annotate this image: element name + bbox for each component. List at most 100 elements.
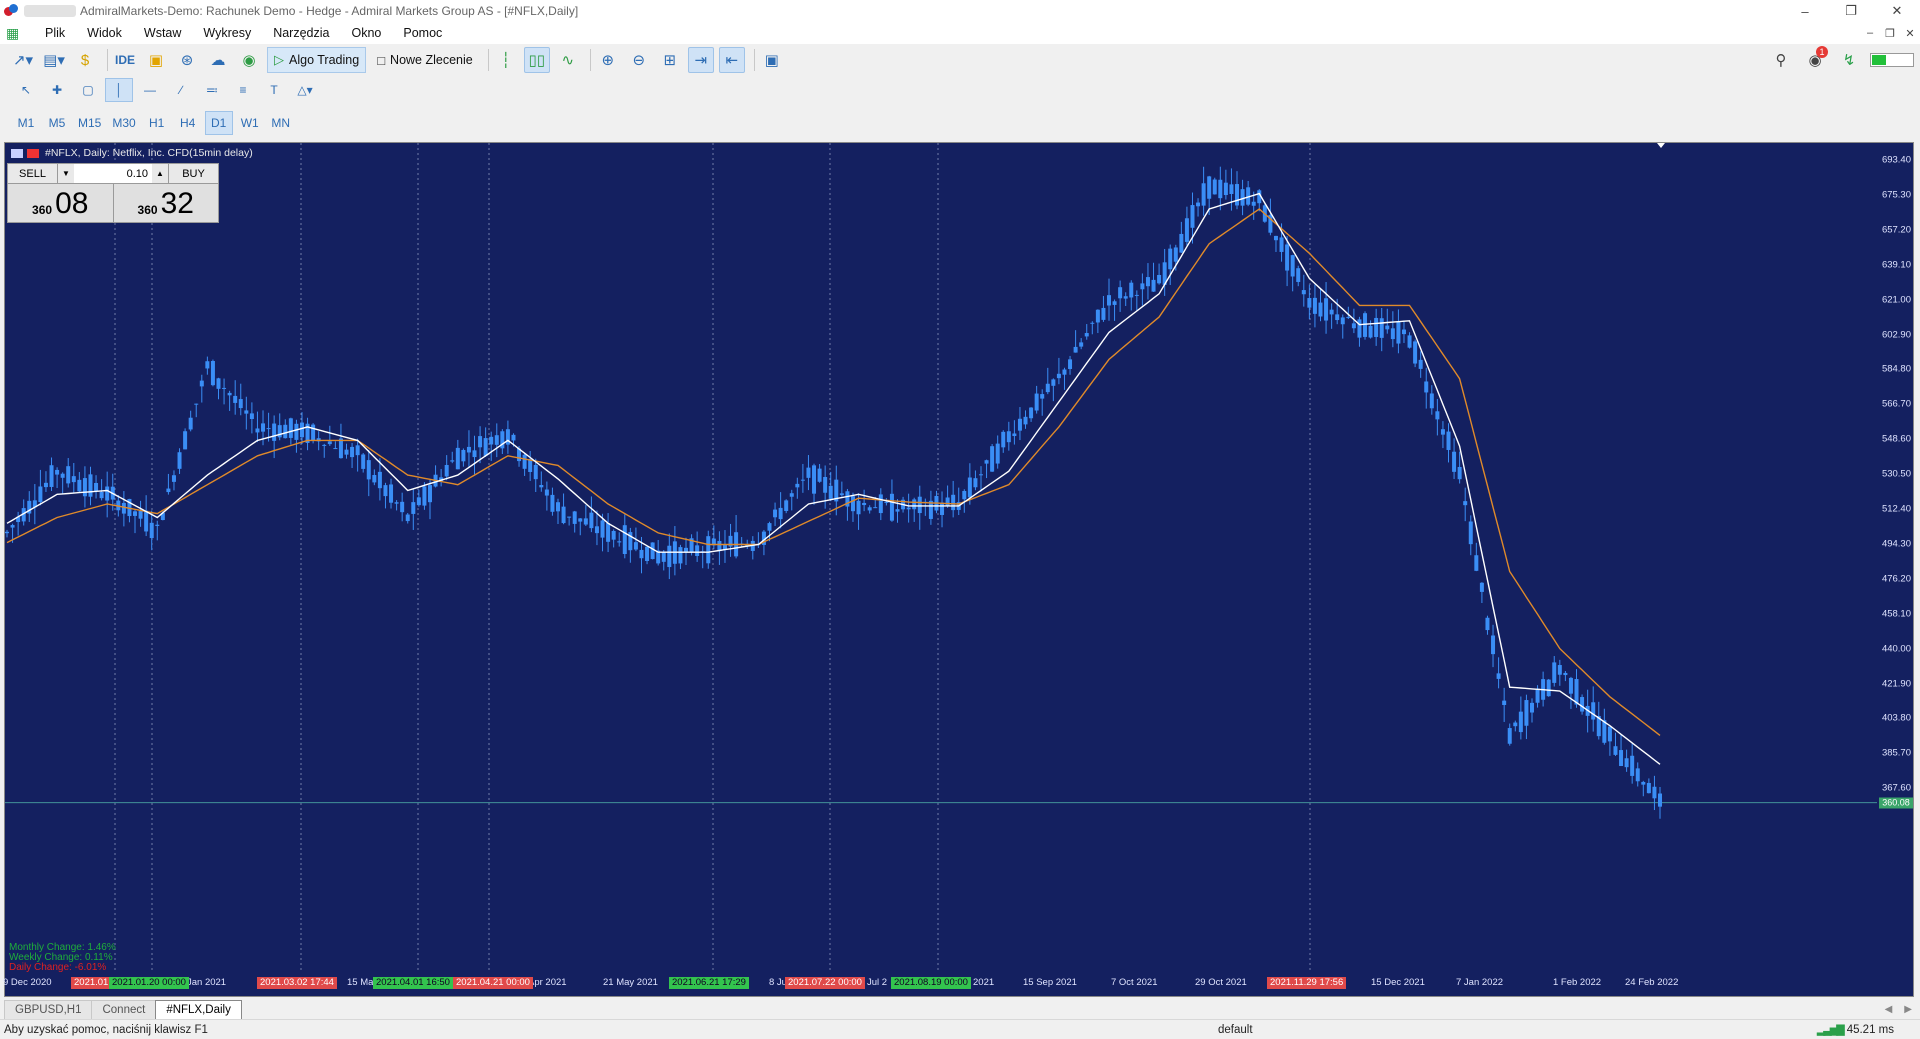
notifications-icon[interactable]: ◉ 1 xyxy=(1804,46,1828,71)
lot-size-field[interactable]: ▼ 0.10 ▲ xyxy=(58,164,168,183)
candle-body xyxy=(917,496,922,514)
ide-button[interactable]: IDE xyxy=(112,47,138,73)
tab-prev-icon[interactable]: ◀ xyxy=(1885,1004,1893,1015)
candle-body xyxy=(1546,679,1551,697)
trendline-icon[interactable]: ∕ xyxy=(167,78,195,102)
candlestick-icon[interactable]: ▯▯ xyxy=(523,47,550,73)
candle-body xyxy=(667,545,672,568)
lock-bag-icon[interactable]: ▣ xyxy=(143,47,169,73)
vps-globe-icon[interactable]: ◉ xyxy=(236,47,262,73)
chart-type-icon[interactable]: ↗▾ xyxy=(10,47,36,73)
buy-price[interactable]: 360 32 xyxy=(113,184,218,222)
candle-body xyxy=(1446,431,1451,450)
minimize-icon[interactable]: – xyxy=(1782,0,1828,22)
horizontal-line-icon[interactable]: — xyxy=(136,78,164,102)
candle-body xyxy=(94,482,99,491)
cloud-icon[interactable]: ☁ xyxy=(205,47,231,73)
candle-body xyxy=(645,546,650,562)
tab-gbpusd-h1[interactable]: GBPUSD,H1 xyxy=(4,1000,93,1019)
event-time-tag[interactable]: 2021.04.01 16:50 xyxy=(373,977,453,989)
tile-windows-icon[interactable]: ⊞ xyxy=(657,47,683,73)
timeframe-m30[interactable]: M30 xyxy=(108,111,139,135)
cursor-icon[interactable]: ↖ xyxy=(12,78,40,102)
autoscroll-icon[interactable]: ⇥ xyxy=(687,47,714,73)
candle-body xyxy=(205,361,210,369)
candle-body xyxy=(1524,700,1529,726)
mdi-minimize-icon[interactable]: – xyxy=(1860,22,1880,44)
menu-file[interactable]: Plik xyxy=(34,26,76,40)
chart-shift-icon[interactable]: ⇤ xyxy=(718,47,745,73)
sell-button[interactable]: SELL xyxy=(8,164,58,183)
timeframe-w1[interactable]: W1 xyxy=(236,111,264,135)
price-chart[interactable]: #NFLX, Daily: Netflix, Inc. CFD(15min de… xyxy=(3,143,1913,996)
timeframe-m1[interactable]: M1 xyxy=(12,111,40,135)
mdi-restore-icon[interactable]: ❐ xyxy=(1880,22,1900,44)
menu-tools[interactable]: Narzędzia xyxy=(262,26,340,40)
candle-body xyxy=(839,493,844,496)
vertical-line-icon[interactable]: │ xyxy=(105,78,133,102)
timeframe-d1[interactable]: D1 xyxy=(204,111,233,135)
close-icon[interactable]: ✕ xyxy=(1874,0,1920,22)
candle-body xyxy=(82,478,87,497)
candle-body xyxy=(873,507,878,509)
timeframe-m5[interactable]: M5 xyxy=(43,111,71,135)
tab-connect[interactable]: Connect xyxy=(91,1000,157,1019)
algo-trading-button[interactable]: ▷ Algo Trading xyxy=(267,47,367,73)
candle-body xyxy=(856,500,861,515)
menu-view[interactable]: Widok xyxy=(76,26,133,40)
rectangle-select-icon[interactable]: ▢ xyxy=(74,78,102,102)
screenshot-icon[interactable]: ▣ xyxy=(759,47,785,73)
fibonacci-icon[interactable]: ≡ xyxy=(229,78,257,102)
candle-body xyxy=(550,494,555,512)
time-tick-label: Jul 2 xyxy=(867,977,888,988)
status-bar: Aby uzyskać pomoc, naciśnij klawisz F1 d… xyxy=(0,1019,1920,1039)
candle-body xyxy=(478,436,483,448)
lot-increase-icon[interactable]: ▲ xyxy=(152,164,168,183)
timeframe-mn[interactable]: MN xyxy=(267,111,295,135)
timeframe-h1[interactable]: H1 xyxy=(143,111,171,135)
zoom-in-icon[interactable]: ⊕ xyxy=(595,47,621,73)
search-icon[interactable]: ⚲ xyxy=(1770,49,1792,71)
timeframe-h4[interactable]: H4 xyxy=(174,111,202,135)
event-time-tag[interactable]: 2021.03.02 17:44 xyxy=(257,977,337,989)
menu-help[interactable]: Pomoc xyxy=(392,26,453,40)
templates-icon[interactable]: ▤▾ xyxy=(41,47,67,73)
restore-icon[interactable]: ❐ xyxy=(1828,0,1874,22)
zoom-out-icon[interactable]: ⊖ xyxy=(626,47,652,73)
time-axis[interactable]: 9 Dec 2020 Jan 2021 15 Mar Apr 2021 21 May 2… xyxy=(3,975,1877,991)
text-tool-icon[interactable]: T xyxy=(260,78,288,102)
connection-icon[interactable]: ↯ xyxy=(1838,49,1860,71)
candle-body xyxy=(1012,433,1017,437)
line-chart-icon[interactable]: ∿ xyxy=(555,47,581,73)
menu-charts[interactable]: Wykresy xyxy=(192,26,262,40)
signals-icon[interactable]: ⊛ xyxy=(174,47,200,73)
market-dollar-icon[interactable]: $ xyxy=(72,47,98,73)
crosshair-icon[interactable]: ✚ xyxy=(43,78,71,102)
channel-icon[interactable]: ≕ xyxy=(198,78,226,102)
event-time-tag[interactable]: 2021.06.21 17:29 xyxy=(669,977,749,989)
sell-price[interactable]: 360 08 xyxy=(8,184,114,222)
chart-caption-text: #NFLX, Daily: Netflix, Inc. CFD(15min de… xyxy=(45,147,253,159)
new-order-button[interactable]: □ Nowe Zlecenie xyxy=(370,47,480,73)
price-axis[interactable]: 693.40 675.30 657.20 639.10 621.00 602.90 584.… xyxy=(1877,143,1913,970)
tab-next-icon[interactable]: ▶ xyxy=(1904,1004,1912,1015)
candle-body xyxy=(884,501,889,503)
tab-nflx-daily[interactable]: #NFLX,Daily xyxy=(155,1000,242,1019)
event-time-tag[interactable]: 2021.08.19 00:00 xyxy=(891,977,971,989)
mdi-close-icon[interactable]: ✕ xyxy=(1900,22,1920,44)
bar-chart-icon[interactable]: ┆ xyxy=(493,47,519,73)
shapes-icon[interactable]: △▾ xyxy=(291,78,319,102)
menu-insert[interactable]: Wstaw xyxy=(133,26,193,40)
event-time-tag[interactable]: 2021.04.21 00:00 xyxy=(453,977,533,989)
chart-canvas[interactable] xyxy=(5,143,1913,996)
lot-size-value[interactable]: 0.10 xyxy=(74,168,152,180)
event-time-tag[interactable]: 2021.11.29 17:56 xyxy=(1267,977,1347,989)
event-time-tag[interactable]: 2021.01. xyxy=(71,977,114,989)
timeframe-m15[interactable]: M15 xyxy=(74,111,105,135)
buy-button[interactable]: BUY xyxy=(168,164,218,183)
menu-window[interactable]: Okno xyxy=(340,26,392,40)
lot-decrease-icon[interactable]: ▼ xyxy=(58,164,74,183)
candle-body xyxy=(1646,782,1651,794)
event-time-tag[interactable]: 2021.07.22 00:00 xyxy=(785,977,865,989)
event-time-tag[interactable]: 2021.01.20 00:00 xyxy=(109,977,189,989)
